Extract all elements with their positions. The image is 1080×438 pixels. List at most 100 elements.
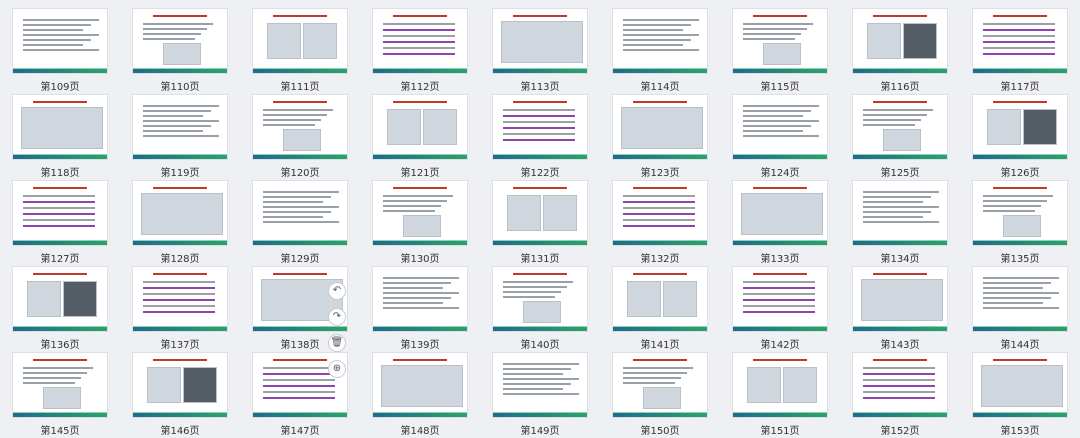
slide-thumbnail[interactable]: 第141页 — [612, 266, 708, 352]
slide-preview[interactable] — [372, 266, 468, 332]
slide-preview[interactable] — [852, 352, 948, 418]
slide-preview[interactable] — [852, 94, 948, 160]
slide-preview[interactable] — [972, 266, 1068, 332]
slide-preview[interactable] — [732, 8, 828, 74]
slide-thumbnail[interactable]: 第109页 — [12, 8, 108, 94]
preview-image — [981, 365, 1063, 407]
slide-preview[interactable] — [972, 94, 1068, 160]
slide-preview[interactable] — [972, 352, 1068, 418]
slide-preview[interactable] — [12, 352, 108, 418]
undo-icon[interactable]: ↶ — [328, 282, 346, 300]
slide-preview[interactable] — [252, 94, 348, 160]
slide-thumbnail[interactable]: 第149页 — [492, 352, 588, 438]
slide-thumbnail[interactable]: 第130页 — [372, 180, 468, 266]
slide-thumbnail[interactable]: 第115页 — [732, 8, 828, 94]
slide-preview[interactable] — [732, 266, 828, 332]
slide-preview[interactable] — [372, 352, 468, 418]
slide-thumbnail[interactable]: 第145页 — [12, 352, 108, 438]
slide-thumbnail[interactable]: 第144页 — [972, 266, 1068, 352]
slide-thumbnail[interactable]: 第153页 — [972, 352, 1068, 438]
slide-thumbnail[interactable]: 第117页 — [972, 8, 1068, 94]
slide-thumbnail[interactable]: 第128页 — [132, 180, 228, 266]
slide-preview[interactable] — [972, 180, 1068, 246]
preview-text-line — [383, 23, 455, 25]
preview-text-line — [623, 382, 675, 384]
slide-thumbnail[interactable]: 第152页 — [852, 352, 948, 438]
slide-preview[interactable] — [372, 8, 468, 74]
slide-preview[interactable] — [252, 8, 348, 74]
slide-thumbnail[interactable]: 第125页 — [852, 94, 948, 180]
slide-thumbnail[interactable]: 第133页 — [732, 180, 828, 266]
slide-thumbnail[interactable]: 第142页 — [732, 266, 828, 352]
slide-preview[interactable] — [372, 94, 468, 160]
slide-thumbnail[interactable]: 第131页 — [492, 180, 588, 266]
slide-thumbnail[interactable]: 第111页 — [252, 8, 348, 94]
slide-preview[interactable] — [852, 8, 948, 74]
preview-text-line — [503, 139, 575, 141]
slide-preview[interactable] — [492, 94, 588, 160]
slide-preview[interactable] — [252, 180, 348, 246]
slide-preview[interactable] — [132, 8, 228, 74]
preview-text-line — [983, 297, 1051, 299]
slide-thumbnail[interactable]: 第122页 — [492, 94, 588, 180]
preview-text-line — [23, 29, 83, 31]
slide-thumbnail[interactable]: 第146页 — [132, 352, 228, 438]
add-icon[interactable]: ⊕ — [328, 360, 346, 378]
slide-thumbnail[interactable]: 第150页 — [612, 352, 708, 438]
slide-preview[interactable] — [732, 352, 828, 418]
redo-icon[interactable]: ↷ — [328, 308, 346, 326]
delete-icon[interactable]: 🗑 — [328, 334, 346, 352]
slide-preview[interactable] — [12, 94, 108, 160]
slide-thumbnail[interactable]: 第123页 — [612, 94, 708, 180]
slide-thumbnail[interactable]: 第127页 — [12, 180, 108, 266]
slide-preview[interactable] — [132, 180, 228, 246]
slide-preview[interactable] — [132, 94, 228, 160]
slide-thumbnail[interactable]: 第113页 — [492, 8, 588, 94]
slide-thumbnail[interactable]: 第118页 — [12, 94, 108, 180]
preview-footer-band — [973, 413, 1067, 417]
slide-preview[interactable] — [492, 352, 588, 418]
slide-preview[interactable] — [492, 266, 588, 332]
slide-thumbnail[interactable]: 第132页 — [612, 180, 708, 266]
slide-preview[interactable] — [12, 266, 108, 332]
slide-thumbnail[interactable]: 第119页 — [132, 94, 228, 180]
slide-preview[interactable] — [732, 180, 828, 246]
slide-thumbnail[interactable]: 第124页 — [732, 94, 828, 180]
slide-thumbnail[interactable]: 第121页 — [372, 94, 468, 180]
slide-preview[interactable] — [852, 266, 948, 332]
slide-thumbnail[interactable]: 第137页 — [132, 266, 228, 352]
slide-preview[interactable] — [492, 8, 588, 74]
slide-thumbnail[interactable]: 第134页 — [852, 180, 948, 266]
slide-preview[interactable] — [612, 352, 708, 418]
slide-thumbnail[interactable]: 第148页 — [372, 352, 468, 438]
slide-preview[interactable] — [612, 94, 708, 160]
slide-thumbnail[interactable]: 第129页 — [252, 180, 348, 266]
slide-preview[interactable] — [372, 180, 468, 246]
preview-text-line — [23, 372, 87, 374]
slide-preview[interactable] — [732, 94, 828, 160]
slide-preview[interactable] — [612, 8, 708, 74]
slide-preview[interactable] — [132, 266, 228, 332]
slide-thumbnail[interactable]: 第112页 — [372, 8, 468, 94]
slide-thumbnail[interactable]: 第114页 — [612, 8, 708, 94]
preview-footer-band — [853, 69, 947, 73]
slide-thumbnail[interactable]: 第120页 — [252, 94, 348, 180]
slide-preview[interactable] — [972, 8, 1068, 74]
slide-thumbnail[interactable]: 第126页 — [972, 94, 1068, 180]
slide-thumbnail[interactable]: 第139页 — [372, 266, 468, 352]
slide-preview[interactable] — [612, 180, 708, 246]
slide-preview[interactable] — [132, 352, 228, 418]
slide-thumbnail[interactable]: 第136页 — [12, 266, 108, 352]
slide-thumbnail[interactable]: 第135页 — [972, 180, 1068, 266]
slide-preview[interactable] — [492, 180, 588, 246]
slide-thumbnail[interactable]: 第143页 — [852, 266, 948, 352]
slide-preview[interactable] — [12, 180, 108, 246]
slide-preview[interactable] — [612, 266, 708, 332]
slide-thumbnail[interactable]: 第140页 — [492, 266, 588, 352]
slide-thumbnail[interactable]: 第151页 — [732, 352, 828, 438]
slide-thumbnail[interactable]: 第110页 — [132, 8, 228, 94]
slide-preview[interactable] — [12, 8, 108, 74]
preview-text-line — [983, 29, 1055, 31]
slide-preview[interactable] — [852, 180, 948, 246]
slide-thumbnail[interactable]: 第116页 — [852, 8, 948, 94]
